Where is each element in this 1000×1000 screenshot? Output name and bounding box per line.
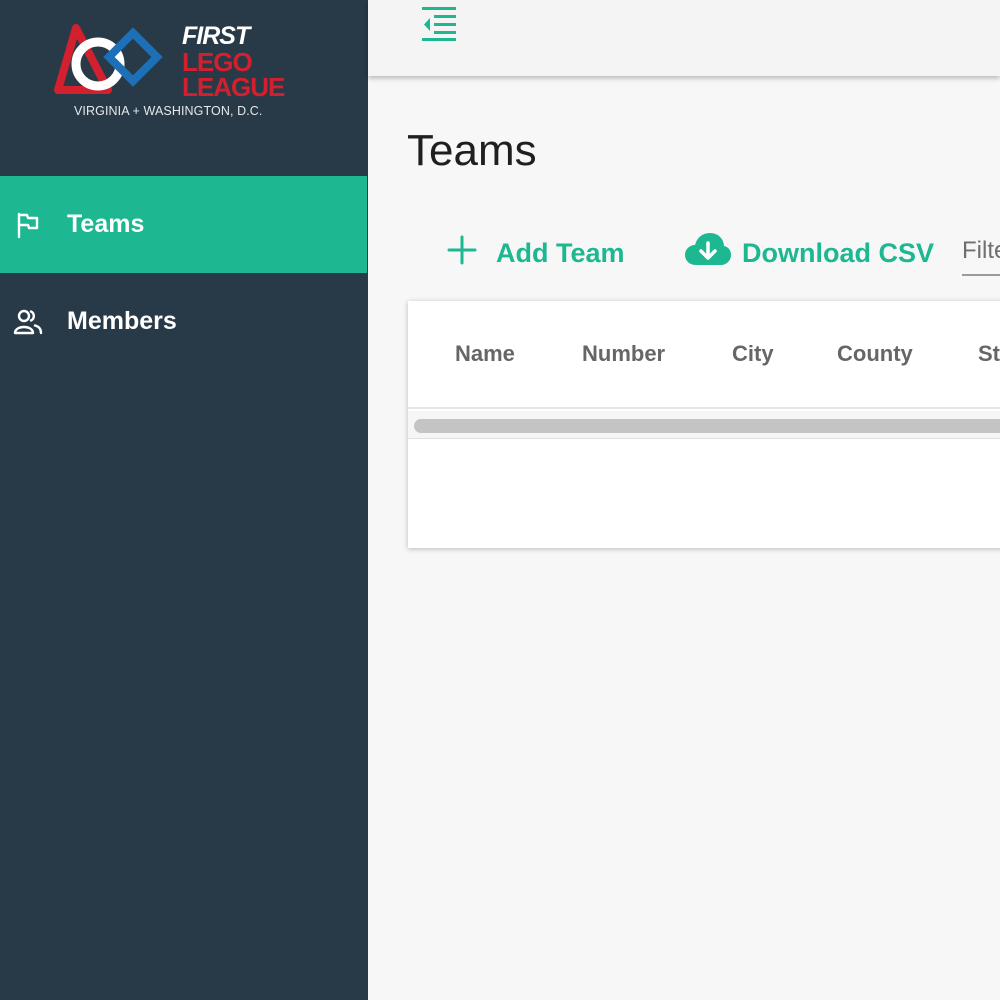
people-icon [13,307,43,337]
column-header-number[interactable]: Number [582,341,665,367]
scrollbar-thumb[interactable] [414,419,1000,433]
page-title: Teams [407,126,537,175]
logo-region-text: VIRGINIA + WASHINGTON, D.C. [74,104,263,118]
teams-table: Name Number City County St [408,301,1000,548]
logo-league-text: LEAGUE [182,72,285,102]
plus-icon [446,234,478,273]
top-app-bar [368,0,1000,76]
first-lego-league-logo: FIRST LEGO LEAGUE VIRGINIA + WASHINGTON,… [52,18,302,128]
collapse-menu-icon[interactable] [420,5,458,43]
download-csv-label: Download CSV [742,237,935,268]
column-header-city[interactable]: City [732,341,774,367]
filter-input[interactable] [962,228,1000,276]
column-header-state[interactable]: St [978,341,1000,367]
flag-icon [13,210,43,240]
cloud-download-icon [684,232,732,275]
add-team-label: Add Team [496,237,625,268]
sidebar-item-teams[interactable]: Teams [0,176,367,273]
horizontal-scrollbar[interactable] [408,411,1000,439]
logo-mark-icon [54,24,163,94]
sidebar: FIRST LEGO LEAGUE VIRGINIA + WASHINGTON,… [0,0,368,1000]
add-team-button[interactable]: Add Team [446,226,625,280]
sidebar-item-members[interactable]: Members [0,273,368,370]
sidebar-item-label: Teams [67,210,145,238]
download-csv-button[interactable]: Download CSV [684,226,934,280]
sidebar-item-label: Members [67,307,177,335]
column-header-county[interactable]: County [837,341,913,367]
logo-first-text: FIRST [182,22,250,50]
column-header-name[interactable]: Name [455,341,515,367]
header-divider [408,407,1000,409]
